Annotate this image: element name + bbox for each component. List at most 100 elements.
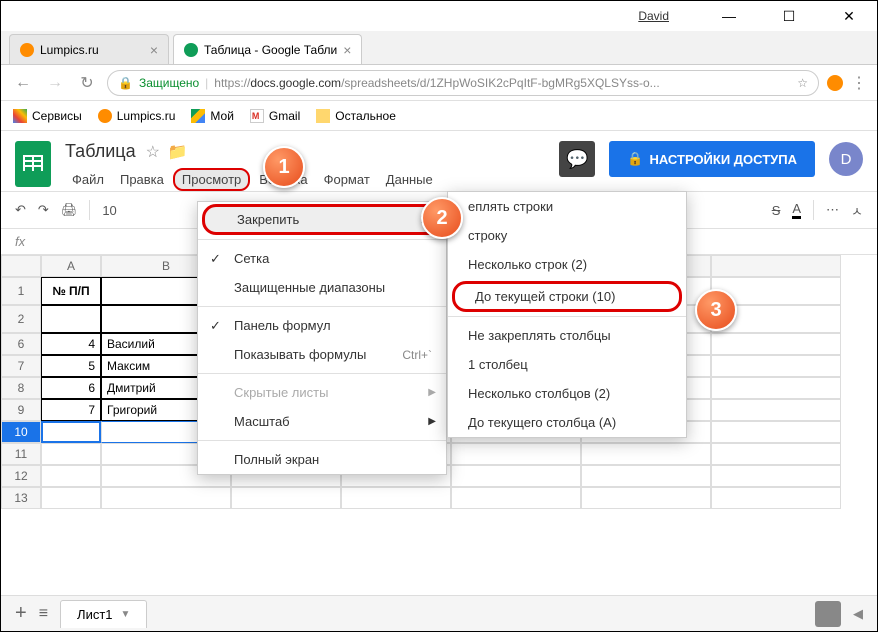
tab-close-icon[interactable]: × <box>150 42 158 58</box>
sheet-tab[interactable]: Лист1▼ <box>60 600 147 628</box>
bookmark-item[interactable]: Lumpics.ru <box>98 109 176 123</box>
menu-item-formula-bar[interactable]: ✓Панель формул <box>198 311 446 340</box>
menu-edit[interactable]: Правка <box>113 168 171 191</box>
explore-button[interactable] <box>815 601 841 627</box>
menu-item-to-current-col[interactable]: До текущего столбца (A) <box>448 408 686 437</box>
menu-item-protected-ranges[interactable]: Защищенные диапазоны <box>198 273 446 302</box>
row-header[interactable]: 12 <box>1 465 41 487</box>
menu-data[interactable]: Данные <box>379 168 440 191</box>
tab-close-icon[interactable]: × <box>343 42 351 58</box>
annotation-marker-1: 1 <box>263 146 305 188</box>
annotation-marker-3: 3 <box>695 289 737 331</box>
back-button[interactable]: ← <box>11 74 35 92</box>
select-all-corner[interactable] <box>1 255 41 277</box>
bookmark-item[interactable]: Мой <box>191 109 234 123</box>
cell[interactable]: № П/П <box>41 277 101 305</box>
favicon-icon <box>98 109 112 123</box>
comments-button[interactable]: 💬 <box>559 141 595 177</box>
url-input[interactable]: 🔒 Защищено | https://docs.google.com/spr… <box>107 70 819 96</box>
browser-tabs: Lumpics.ru × Таблица - Google Табли × <box>1 31 877 65</box>
menu-item-hidden-sheets: Скрытые листы▶ <box>198 378 446 407</box>
menu-icon[interactable]: ⋮ <box>851 73 867 93</box>
chevron-down-icon[interactable]: ▼ <box>121 609 131 620</box>
more-button[interactable]: ⋯ <box>826 202 839 218</box>
menu-item-fullscreen[interactable]: Полный экран <box>198 445 446 474</box>
row-header[interactable]: 2 <box>1 305 41 333</box>
row-header[interactable]: 7 <box>1 355 41 377</box>
menu-item-to-current-row[interactable]: До текущей строки (10) <box>452 281 682 312</box>
cell[interactable]: 5 <box>41 355 101 377</box>
menu-item-no-cols[interactable]: Не закреплять столбцы <box>448 321 686 350</box>
bookmark-apps[interactable]: Сервисы <box>13 109 82 123</box>
menu-item-few-rows[interactable]: Несколько строк (2) <box>448 250 686 279</box>
cell[interactable] <box>41 421 101 443</box>
menu-file[interactable]: Файл <box>65 168 111 191</box>
menu-view[interactable]: Просмотр <box>173 168 250 191</box>
submenu-arrow-icon: ▶ <box>428 416 436 427</box>
submenu-arrow-icon: ▶ <box>428 387 436 398</box>
tab-title: Lumpics.ru <box>40 43 99 57</box>
address-bar: ← → ↻ 🔒 Защищено | https://docs.google.c… <box>1 65 877 101</box>
lock-icon: 🔒 <box>627 151 643 167</box>
menu-item-show-formulas[interactable]: Показывать формулыCtrl+` <box>198 340 446 369</box>
row-header[interactable]: 1 <box>1 277 41 305</box>
cell[interactable]: 4 <box>41 333 101 355</box>
row-header[interactable]: 11 <box>1 443 41 465</box>
bookmark-item[interactable]: MGmail <box>250 109 300 123</box>
tab-title: Таблица - Google Табли <box>204 43 337 57</box>
windows-user-label: David <box>638 9 669 23</box>
menu-item-few-cols[interactable]: Несколько столбцов (2) <box>448 379 686 408</box>
print-button[interactable]: 🖨 <box>61 202 78 218</box>
folder-icon[interactable]: 📁 <box>168 142 188 162</box>
check-icon: ✓ <box>210 318 221 334</box>
favicon-icon <box>20 43 34 57</box>
freeze-submenu: еплять строки строку Несколько строк (2)… <box>447 191 687 438</box>
gmail-icon: M <box>250 109 264 123</box>
menu-item-no-rows[interactable]: еплять строки <box>448 192 686 221</box>
share-button[interactable]: 🔒НАСТРОЙКИ ДОСТУПА <box>609 141 815 177</box>
column-header[interactable] <box>711 255 841 277</box>
row-header-selected[interactable]: 10 <box>1 421 41 443</box>
cell[interactable]: 7 <box>41 399 101 421</box>
scroll-left-icon[interactable]: ◀ <box>853 606 863 622</box>
menu-format[interactable]: Формат <box>317 168 377 191</box>
expand-button[interactable]: ㅅ <box>851 201 863 220</box>
extension-icon[interactable] <box>827 75 843 91</box>
app-header: Таблица ☆ 📁 Файл Правка Просмотр Вставка… <box>1 131 877 191</box>
redo-button[interactable]: ↷ <box>38 202 49 218</box>
zoom-select[interactable]: 10 <box>102 203 116 218</box>
menu-item-one-col[interactable]: 1 столбец <box>448 350 686 379</box>
reload-button[interactable]: ↻ <box>75 73 99 93</box>
view-menu-dropdown: Закрепить▶ ✓Сетка Защищенные диапазоны ✓… <box>197 201 447 475</box>
bookmark-item[interactable]: Остальное <box>316 109 396 123</box>
fx-label: fx <box>15 234 25 249</box>
undo-button[interactable]: ↶ <box>15 202 26 218</box>
cell[interactable] <box>41 305 101 333</box>
row-header[interactable]: 6 <box>1 333 41 355</box>
star-icon[interactable]: ☆ <box>146 142 160 162</box>
row-header[interactable]: 9 <box>1 399 41 421</box>
add-sheet-button[interactable]: + <box>15 602 27 625</box>
forward-button[interactable]: → <box>43 74 67 92</box>
row-header[interactable]: 8 <box>1 377 41 399</box>
all-sheets-button[interactable]: ≡ <box>39 605 48 623</box>
menu-item-freeze[interactable]: Закрепить▶ <box>202 204 442 235</box>
text-color-button[interactable]: A <box>792 201 801 219</box>
browser-tab[interactable]: Таблица - Google Табли × <box>173 34 362 64</box>
strikethrough-button[interactable]: S <box>772 203 781 218</box>
row-header[interactable]: 13 <box>1 487 41 509</box>
menu-item-one-row[interactable]: строку <box>448 221 686 250</box>
column-header[interactable]: A <box>41 255 101 277</box>
maximize-button[interactable]: ☐ <box>769 1 809 31</box>
favicon-icon <box>184 43 198 57</box>
menu-item-gridlines[interactable]: ✓Сетка <box>198 244 446 273</box>
sheets-logo-icon[interactable] <box>15 141 51 187</box>
bookmark-star-icon[interactable]: ☆ <box>797 76 808 90</box>
close-button[interactable]: ✕ <box>829 1 869 31</box>
browser-tab[interactable]: Lumpics.ru × <box>9 34 169 64</box>
document-title[interactable]: Таблица <box>65 141 136 162</box>
minimize-button[interactable]: — <box>709 1 749 31</box>
menu-item-zoom[interactable]: Масштаб▶ <box>198 407 446 436</box>
cell[interactable]: 6 <box>41 377 101 399</box>
account-avatar[interactable]: D <box>829 142 863 176</box>
